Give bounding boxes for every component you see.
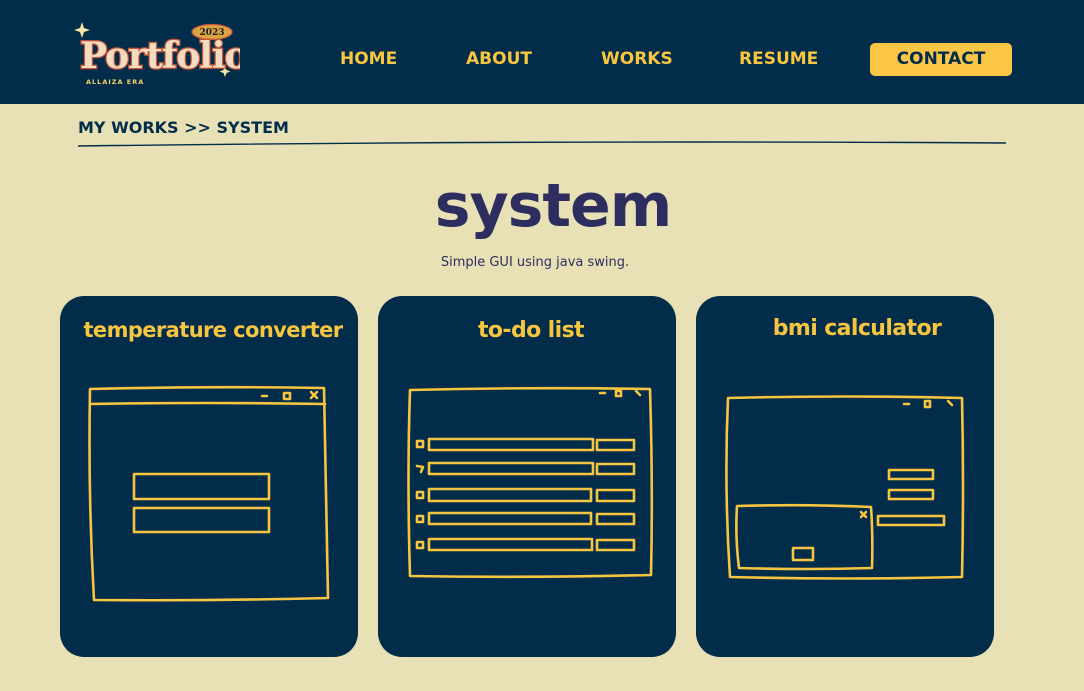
svg-text:ALLAIZA ERA: ALLAIZA ERA: [86, 78, 144, 86]
card-bmi-calculator[interactable]: bmi calculator: [696, 296, 994, 657]
nav-link-about[interactable]: ABOUT: [466, 44, 532, 74]
card-temperature-converter[interactable]: temperature converter: [60, 296, 358, 657]
bmi-calculator-sketch: [725, 395, 965, 580]
navbar: 2023 Portfolio ALLAIZA ERA HOME ABOUT WO…: [0, 0, 1084, 104]
svg-text:Portfolio: Portfolio: [80, 35, 240, 77]
breadcrumb-divider: [78, 141, 1006, 147]
portfolio-logo[interactable]: 2023 Portfolio ALLAIZA ERA: [72, 18, 240, 90]
temperature-converter-sketch: [88, 385, 330, 602]
card-to-do-list[interactable]: to-do list: [378, 296, 676, 657]
nav-link-resume[interactable]: RESUME: [739, 44, 818, 74]
nav-link-home[interactable]: HOME: [340, 44, 397, 74]
page-subtitle: Simple GUI using java swing.: [440, 255, 630, 270]
breadcrumb[interactable]: MY WORKS >> SYSTEM: [78, 116, 289, 140]
to-do-list-sketch: [407, 386, 654, 579]
contact-button[interactable]: CONTACT: [870, 43, 1012, 76]
nav-link-works[interactable]: WORKS: [601, 44, 673, 74]
page-title: system: [434, 171, 672, 241]
